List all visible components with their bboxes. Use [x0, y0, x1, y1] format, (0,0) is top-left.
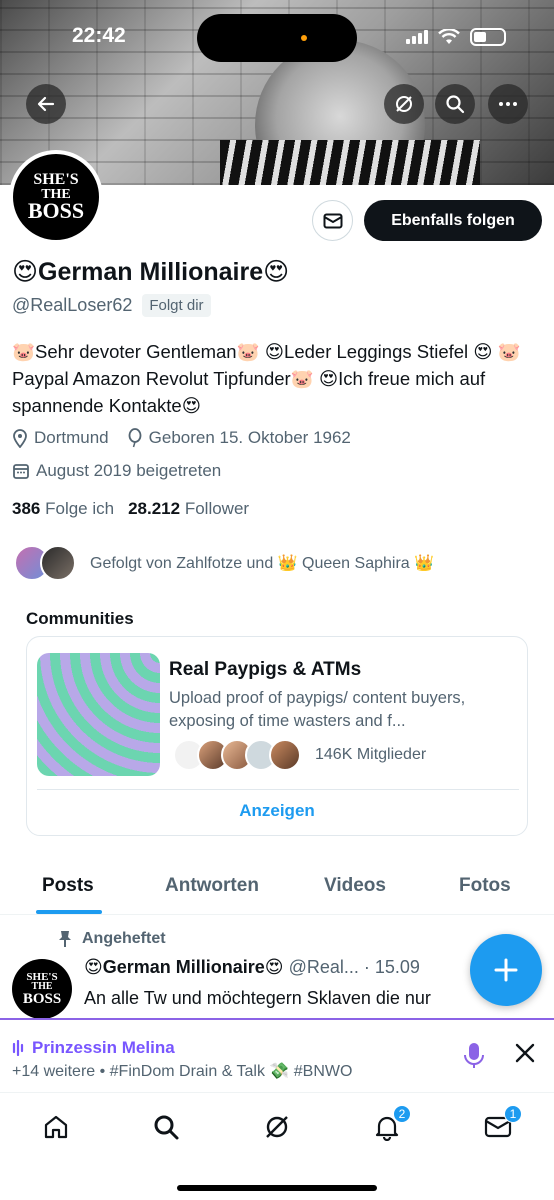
followers-count: 28.212 [128, 499, 181, 518]
meta-row-2: August 2019 beigetreten [12, 461, 233, 481]
balloon-icon [128, 428, 142, 448]
profile-avatar[interactable]: SHE'S THE BOSS [9, 150, 103, 244]
follows-you-badge: Folgt dir [142, 294, 211, 317]
grok-button[interactable] [384, 84, 424, 124]
community-members: 146K Mitglieder [173, 739, 426, 771]
community-card[interactable]: Real Paypigs & ATMs Upload proof of payp… [26, 636, 528, 836]
joined-text: August 2019 beigetreten [36, 461, 222, 480]
pinned-label: Angeheftet [58, 930, 166, 948]
location-item: Dortmund [12, 428, 109, 448]
community-member-count: 146K Mitglieder [315, 746, 427, 763]
tab-replies[interactable]: Antworten [165, 875, 259, 897]
plus-icon [494, 958, 518, 982]
search-icon [154, 1115, 179, 1140]
divider [37, 789, 519, 790]
banner-shirt [220, 140, 480, 185]
profile-tabs: Posts Antworten Videos Fotos [0, 860, 554, 915]
mic-button[interactable] [462, 1042, 486, 1075]
back-button[interactable] [26, 84, 66, 124]
nav-home[interactable] [36, 1111, 76, 1143]
space-bar[interactable]: Prinzessin Melina +14 weitere • #FinDom … [0, 1018, 554, 1092]
messages-badge: 1 [504, 1105, 522, 1123]
meta-row-1: Dortmund Geboren 15. Oktober 1962 [12, 428, 363, 448]
notifications-badge: 2 [393, 1105, 411, 1123]
envelope-icon [323, 213, 342, 228]
battery-icon [470, 28, 506, 46]
community-show-button[interactable]: Anzeigen [27, 801, 527, 821]
following-label: Folge ich [45, 499, 115, 518]
compose-button[interactable] [470, 934, 542, 1006]
arrow-left-icon [37, 96, 55, 112]
space-subtitle: +14 weitere • #FinDom Drain & Talk 💸 #BN… [12, 1063, 353, 1080]
status-icons [406, 28, 506, 46]
tab-posts[interactable]: Posts [42, 875, 94, 897]
tab-photos[interactable]: Fotos [459, 875, 511, 897]
bottom-nav: 2 1 [0, 1092, 554, 1200]
follow-counts: 386 Folge ich 28.212 Follower [12, 499, 249, 519]
birthday-text: Geboren 15. Oktober 1962 [148, 428, 351, 447]
dynamic-island [197, 14, 357, 62]
active-tab-indicator [36, 910, 102, 914]
profile-handle: @RealLoser62 [12, 295, 133, 315]
more-button[interactable] [488, 84, 528, 124]
avatar [40, 545, 76, 581]
followed-by-text: Gefolgt von Zahlfotze und 👑 Queen Saphir… [90, 555, 435, 572]
profile-name: 😍German Millionaire😍 [12, 258, 290, 286]
following-link[interactable]: 386 Folge ich [12, 499, 114, 519]
community-name: Real Paypigs & ATMs [169, 659, 362, 680]
status-bar: 22:42 [0, 0, 554, 62]
handle-row: @RealLoser62 Folgt dir [12, 294, 211, 317]
search-icon [446, 95, 465, 114]
post-author: 😍German Millionaire😍 [84, 957, 284, 977]
more-icon [499, 102, 517, 106]
close-space-button[interactable] [514, 1042, 536, 1069]
calendar-icon [13, 464, 29, 479]
nav-search[interactable] [146, 1111, 186, 1143]
avatar-text-3: BOSS [27, 197, 85, 223]
recording-dot [301, 35, 307, 41]
wifi-icon [438, 29, 460, 44]
nav-notifications[interactable]: 2 [367, 1105, 411, 1143]
following-count: 386 [12, 499, 41, 518]
microphone-icon [464, 1043, 484, 1068]
close-icon [515, 1043, 535, 1063]
post-handle-date: @Real... · 15.09 [288, 957, 420, 977]
followed-by-avatars [14, 545, 76, 581]
pinned-text: Angeheftet [82, 930, 166, 947]
home-icon [44, 1115, 68, 1139]
followers-link[interactable]: 28.212 Follower [128, 499, 249, 519]
communities-heading: Communities [26, 609, 134, 628]
space-title-row: Prinzessin Melina [12, 1038, 175, 1058]
follow-back-button[interactable]: Ebenfalls folgen [364, 200, 542, 241]
location-text: Dortmund [34, 428, 109, 447]
birthday-item: Geboren 15. Oktober 1962 [127, 428, 351, 448]
followers-label: Follower [184, 499, 250, 518]
audio-wave-icon [12, 1040, 24, 1056]
post-header: 😍German Millionaire😍 @Real... · 15.09 [84, 957, 420, 978]
message-button[interactable] [312, 200, 353, 241]
location-pin-icon [13, 429, 27, 448]
home-indicator [177, 1185, 377, 1191]
status-time: 22:42 [72, 24, 126, 47]
tab-videos[interactable]: Videos [324, 875, 386, 897]
signal-icon [406, 30, 428, 44]
grok-icon [266, 1116, 288, 1138]
space-title: Prinzessin Melina [32, 1038, 175, 1057]
pin-icon [59, 931, 71, 947]
nav-messages[interactable]: 1 [478, 1105, 522, 1143]
community-description: Upload proof of paypigs/ content buyers,… [169, 689, 466, 730]
nav-grok[interactable] [257, 1111, 297, 1143]
community-image [37, 653, 160, 776]
post-avatar-text-3: BOSS [22, 990, 62, 1007]
avatar [269, 739, 301, 771]
post-avatar[interactable]: SHE'S THE BOSS [12, 959, 72, 1019]
joined-item: August 2019 beigetreten [12, 461, 221, 481]
followed-by-row[interactable]: Gefolgt von Zahlfotze und 👑 Queen Saphir… [14, 545, 434, 581]
avatar-text-1: SHE'S [33, 171, 79, 189]
grok-icon [396, 96, 412, 112]
post-text: An alle Tw und möchtegern Sklaven die nu… [84, 988, 431, 1008]
search-button[interactable] [435, 84, 475, 124]
profile-bio: 🐷Sehr devoter Gentleman🐷 😍Leder Leggings… [12, 341, 521, 416]
